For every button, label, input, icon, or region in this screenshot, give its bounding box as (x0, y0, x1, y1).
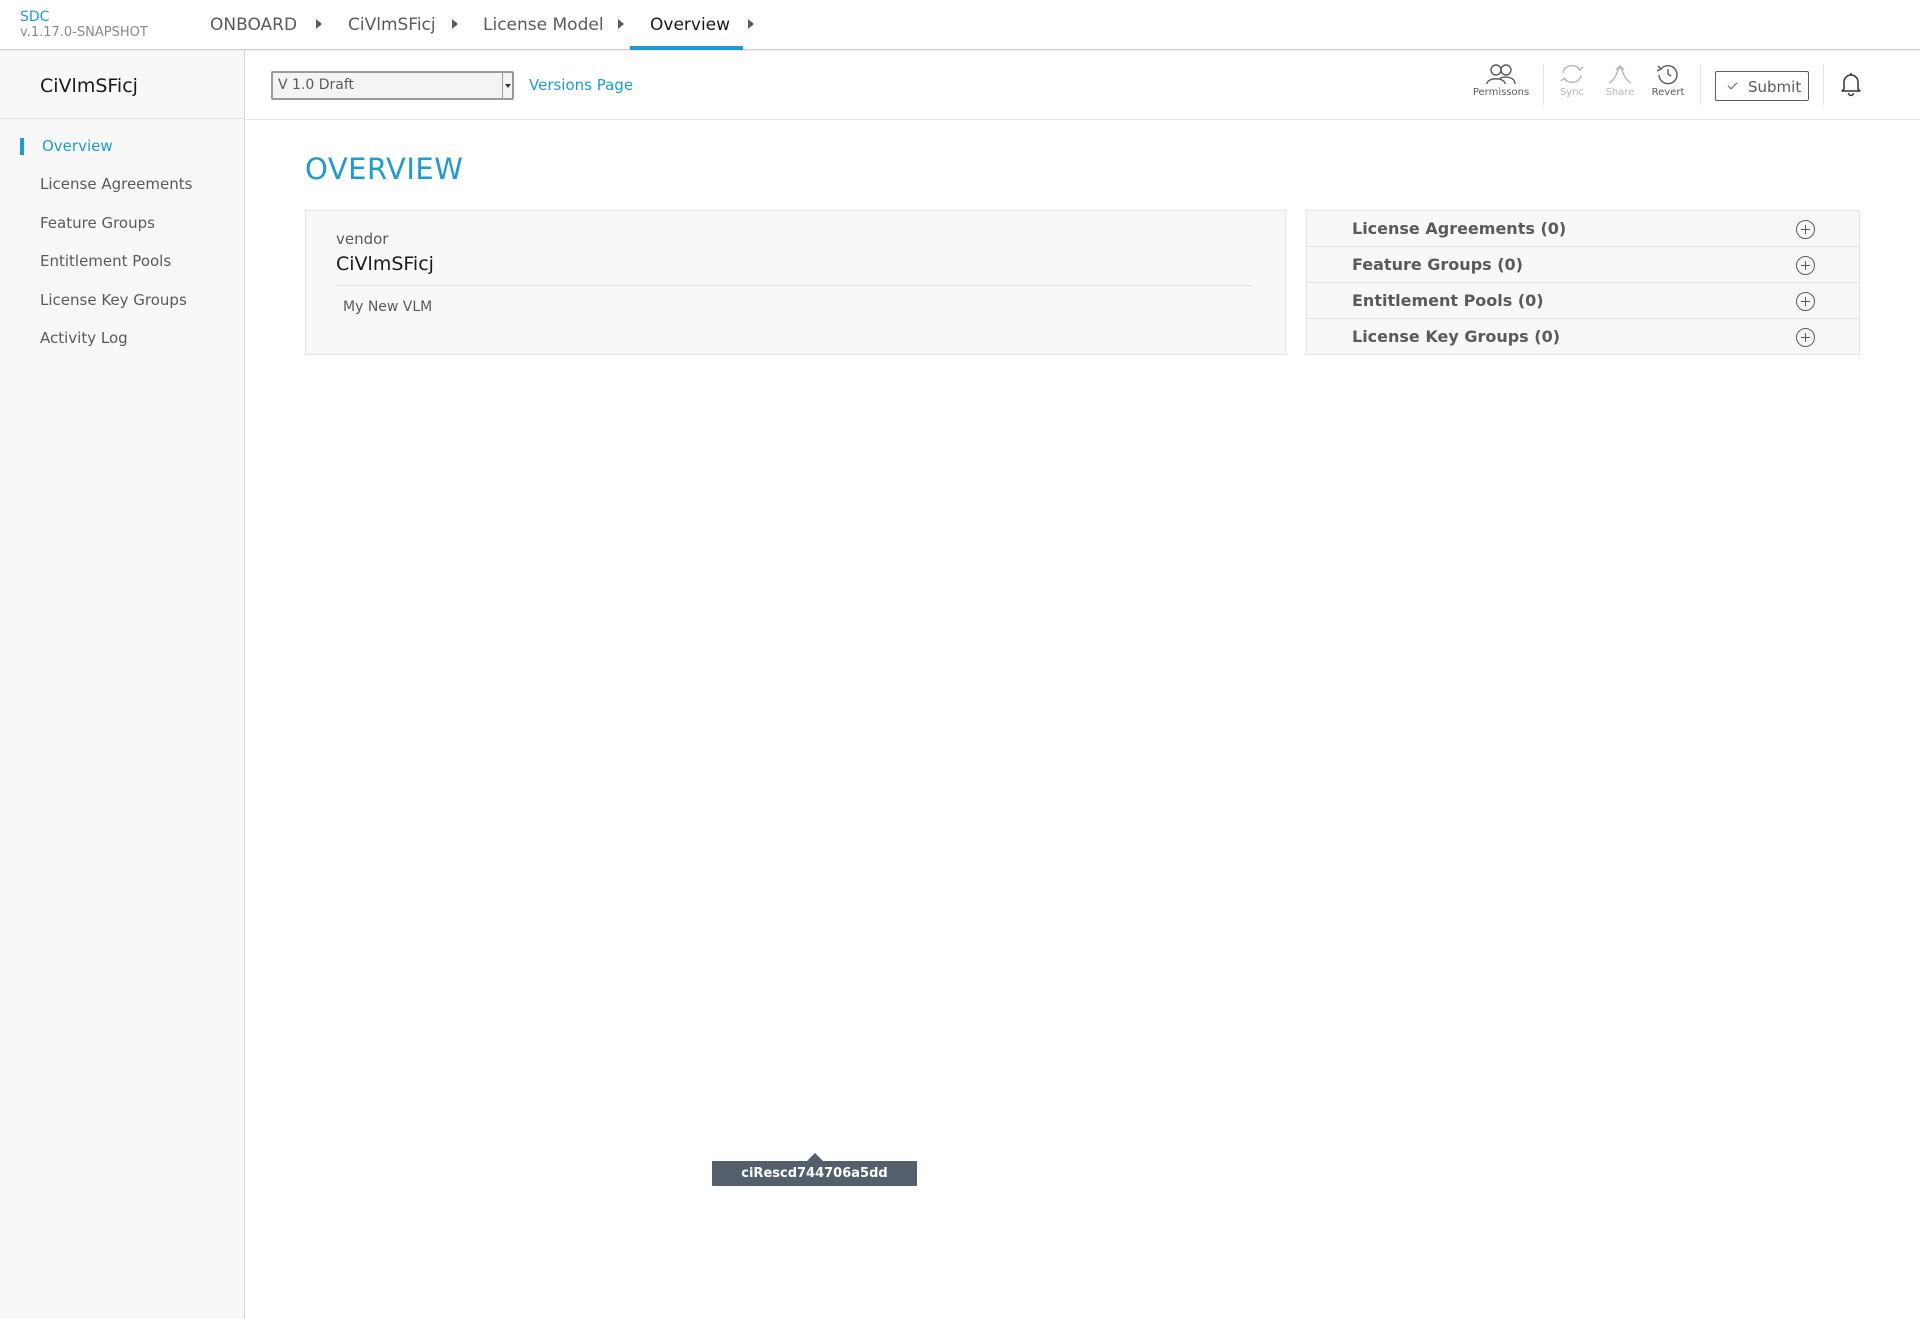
revert-label: Revert (1651, 87, 1685, 98)
breadcrumb-arrow-icon (316, 19, 322, 29)
breadcrumb-arrow-icon (618, 19, 624, 29)
permissions-label: Permissons (1472, 87, 1530, 98)
chevron-down-icon[interactable] (502, 73, 512, 98)
versions-page-link[interactable]: Versions Page (529, 76, 633, 94)
summary-label: Entitlement Pools (0) (1352, 291, 1544, 310)
share-icon (1608, 64, 1632, 84)
app-name: SDC (20, 9, 50, 25)
summary-card: License Agreements (0) Feature Groups (0… (1306, 210, 1860, 355)
toolbar-divider (1700, 65, 1701, 105)
sidebar-item-feature-groups[interactable]: Feature Groups (40, 214, 155, 232)
version-select-value: V 1.0 Draft (278, 77, 355, 93)
active-nav-indicator (20, 138, 24, 155)
add-circle-icon[interactable] (1796, 256, 1815, 275)
vendor-kind-label: vendor (336, 230, 389, 248)
breadcrumb-arrow-icon[interactable] (748, 19, 754, 29)
top-navigation-bar: SDC v.1.17.0-SNAPSHOT ONBOARD CiVlmSFicj… (0, 0, 1920, 50)
add-circle-icon[interactable] (1796, 328, 1815, 347)
sidebar-title: CiVlmSFicj (40, 75, 138, 97)
history-icon (1656, 65, 1678, 85)
version-select[interactable]: V 1.0 Draft (271, 71, 514, 100)
permissions-button[interactable]: Permissons (1471, 63, 1531, 98)
breadcrumb-arrow-icon (452, 19, 458, 29)
sidebar: CiVlmSFicj Overview License Agreements F… (0, 51, 245, 1319)
toolbar-divider (1823, 65, 1824, 105)
vendor-divider (336, 285, 1253, 286)
summary-label: License Agreements (0) (1352, 219, 1567, 238)
sidebar-item-entitlement-pools[interactable]: Entitlement Pools (40, 252, 171, 270)
sidebar-divider (0, 118, 244, 119)
breadcrumb-onboard[interactable]: ONBOARD (210, 0, 297, 50)
sidebar-item-license-key-groups[interactable]: License Key Groups (40, 291, 187, 309)
tooltip: ciRescd744706a5dd 74470651 (712, 1153, 917, 1206)
summary-row-entitlement-pools[interactable]: Entitlement Pools (0) (1307, 283, 1859, 319)
summary-label: Feature Groups (0) (1352, 255, 1523, 274)
version-toolbar: V 1.0 Draft Versions Page Permissons Syn… (246, 51, 1920, 120)
sync-icon (1560, 64, 1584, 84)
summary-row-feature-groups[interactable]: Feature Groups (0) (1307, 247, 1859, 283)
sidebar-item-overview[interactable]: Overview (42, 137, 113, 155)
brand[interactable]: SDC v.1.17.0-SNAPSHOT (20, 9, 148, 41)
vendor-card: vendor CiVlmSFicj My New VLM (305, 210, 1286, 355)
active-breadcrumb-indicator (630, 46, 743, 50)
add-circle-icon[interactable] (1796, 292, 1815, 311)
summary-label: License Key Groups (0) (1352, 327, 1561, 346)
sidebar-item-activity-log[interactable]: Activity Log (40, 329, 128, 347)
revert-button[interactable]: Revert (1638, 63, 1698, 98)
breadcrumb-vendor[interactable]: CiVlmSFicj (348, 0, 436, 50)
submit-button[interactable]: Submit (1715, 71, 1809, 101)
sidebar-item-license-agreements[interactable]: License Agreements (40, 175, 192, 193)
users-icon (1486, 64, 1516, 85)
breadcrumb-overview[interactable]: Overview (650, 0, 730, 50)
notifications-bell-icon[interactable] (1839, 71, 1863, 101)
app-version: v.1.17.0-SNAPSHOT (20, 25, 148, 40)
summary-row-license-agreements[interactable]: License Agreements (0) (1307, 211, 1859, 247)
breadcrumb-license-model[interactable]: License Model (483, 0, 604, 50)
check-icon (1727, 79, 1738, 90)
summary-row-license-key-groups[interactable]: License Key Groups (0) (1307, 319, 1859, 355)
vendor-name: CiVlmSFicj (336, 253, 434, 275)
page-title: OVERVIEW (305, 152, 464, 186)
vendor-description[interactable]: My New VLM (343, 299, 432, 315)
add-circle-icon[interactable] (1796, 220, 1815, 239)
submit-label: Submit (1748, 78, 1802, 96)
